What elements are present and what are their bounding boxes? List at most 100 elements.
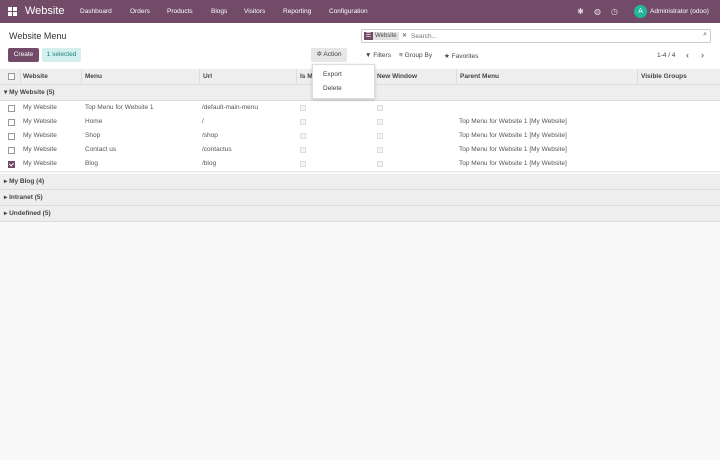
column-divider <box>20 69 21 84</box>
filters-button[interactable]: ▼ Filters <box>365 52 391 59</box>
group-label: ▸ Intranet (5) <box>4 194 43 201</box>
cell-parent-menu: Top Menu for Website 1 [My Website] <box>459 132 567 139</box>
menu-item-delete[interactable]: Delete <box>323 85 342 92</box>
new-window-checkbox <box>377 133 383 139</box>
table-row[interactable]: My Website Shop /shop Top Menu for Websi… <box>0 129 720 144</box>
row-checkbox[interactable] <box>8 105 15 112</box>
nav-reporting[interactable]: Reporting <box>283 8 311 15</box>
favorites-button[interactable]: ★ Favorites <box>444 52 478 60</box>
col-parent-menu[interactable]: Parent Menu <box>460 73 499 80</box>
gear-icon: ✲ <box>316 51 322 58</box>
row-checkbox[interactable] <box>8 133 15 140</box>
funnel-icon: ▼ <box>365 52 372 59</box>
col-visible-groups[interactable]: Visible Groups <box>641 73 687 80</box>
col-url[interactable]: Url <box>203 73 212 80</box>
bug-icon[interactable]: ✱ <box>576 7 585 16</box>
column-divider <box>296 69 297 84</box>
new-window-checkbox <box>377 119 383 125</box>
cell-website: My Website <box>23 118 57 125</box>
clock-icon[interactable]: ◷ <box>610 7 619 16</box>
action-button[interactable]: ✲ Action <box>311 48 347 62</box>
row-checkbox[interactable] <box>8 147 15 154</box>
action-label: Action <box>323 51 342 58</box>
col-is-mega[interactable]: Is M <box>300 73 313 80</box>
group-row[interactable]: ▸ My Blog (4) <box>0 174 720 190</box>
user-menu[interactable]: Administrator (odoo) <box>650 8 709 15</box>
cell-parent-menu: Top Menu for Website 1 [My Website] <box>459 160 567 167</box>
pager-next-icon[interactable]: › <box>701 50 704 60</box>
group-by-button[interactable]: ≡ Group By <box>399 52 432 59</box>
cell-website: My Website <box>23 160 57 167</box>
group-row[interactable]: ▸ Intranet (5) <box>0 190 720 206</box>
cell-website: My Website <box>23 132 57 139</box>
search-icon[interactable]: ⌕ <box>703 31 707 39</box>
favorites-label: Favorites <box>451 53 479 60</box>
table-row[interactable]: My Website Blog /blog Top Menu for Websi… <box>0 157 720 172</box>
new-window-checkbox <box>377 161 383 167</box>
menu-item-export[interactable]: Export <box>323 71 342 78</box>
cell-url: /contactus <box>202 146 232 153</box>
is-mega-checkbox <box>300 133 306 139</box>
control-panel: Website Menu Create 1 selected ✲ Action … <box>0 23 720 69</box>
nav-configuration[interactable]: Configuration <box>329 8 368 15</box>
cell-url: /shop <box>202 132 218 139</box>
facet-remove-icon[interactable]: ✕ <box>402 32 407 40</box>
cell-menu: Contact us <box>85 146 117 153</box>
filters-label: Filters <box>373 52 391 59</box>
page-title: Website Menu <box>9 31 67 41</box>
apps-menu-icon[interactable] <box>8 7 17 16</box>
nav-orders[interactable]: Orders <box>130 8 150 15</box>
nav-products[interactable]: Products <box>167 8 193 15</box>
is-mega-checkbox <box>300 161 306 167</box>
group-row[interactable]: ▸ Undefined (5) <box>0 206 720 222</box>
is-mega-checkbox <box>300 105 306 111</box>
group-label: ▾ My Website (5) <box>4 89 55 96</box>
row-checkbox[interactable] <box>8 119 15 126</box>
pager-value[interactable]: 1-4 / 4 <box>657 52 675 59</box>
create-button[interactable]: Create <box>8 48 39 62</box>
pager-previous-icon[interactable]: ‹ <box>686 50 689 60</box>
filter-facet-icon: ☰ <box>364 32 373 40</box>
is-mega-checkbox <box>300 119 306 125</box>
group-label-text: My Website (5) <box>9 89 55 96</box>
group-label-text: Undefined (5) <box>9 210 51 217</box>
nav-visitors[interactable]: Visitors <box>244 8 265 15</box>
table-row[interactable]: My Website Home / Top Menu for Website 1… <box>0 115 720 130</box>
cell-website: My Website <box>23 104 57 111</box>
table-row[interactable]: My Website Top Menu for Website 1 /defau… <box>0 101 720 116</box>
cell-menu: Blog <box>85 160 99 167</box>
col-menu[interactable]: Menu <box>85 73 102 80</box>
cell-url: /blog <box>202 160 217 167</box>
nav-blogs[interactable]: Blogs <box>211 8 227 15</box>
top-navbar: Website Dashboard Orders Products Blogs … <box>0 0 720 23</box>
col-website[interactable]: Website <box>23 73 48 80</box>
cell-parent-menu: Top Menu for Website 1 [My Website] <box>459 118 567 125</box>
cell-menu: Shop <box>85 132 101 139</box>
is-mega-checkbox <box>300 147 306 153</box>
row-checkbox[interactable] <box>8 161 15 168</box>
selected-count-badge[interactable]: 1 selected <box>42 48 81 62</box>
chat-icon[interactable]: ◍ <box>593 7 602 16</box>
cell-menu: Home <box>85 118 103 125</box>
table-row[interactable]: My Website Contact us /contactus Top Men… <box>0 143 720 158</box>
new-window-checkbox <box>377 105 383 111</box>
group-label-text: Intranet (5) <box>9 194 43 201</box>
select-all-checkbox[interactable] <box>8 73 15 80</box>
star-icon: ★ <box>444 53 450 60</box>
group-label-text: My Blog (4) <box>9 178 45 185</box>
search-input[interactable] <box>411 30 691 42</box>
search-bar: ☰ Website ✕ ⌕ <box>361 29 711 43</box>
app-brand[interactable]: Website <box>25 5 65 17</box>
avatar[interactable]: A <box>634 5 647 18</box>
column-divider <box>81 69 82 84</box>
nav-dashboard[interactable]: Dashboard <box>80 8 112 15</box>
layers-icon: ≡ <box>399 52 403 59</box>
action-dropdown-menu: Export Delete <box>312 64 375 99</box>
column-divider <box>199 69 200 84</box>
group-by-label: Group By <box>404 52 433 59</box>
col-new-window[interactable]: New Window <box>377 73 417 80</box>
cell-url: / <box>202 118 204 125</box>
cell-menu: Top Menu for Website 1 <box>85 104 154 111</box>
column-divider <box>456 69 457 84</box>
cell-website: My Website <box>23 146 57 153</box>
